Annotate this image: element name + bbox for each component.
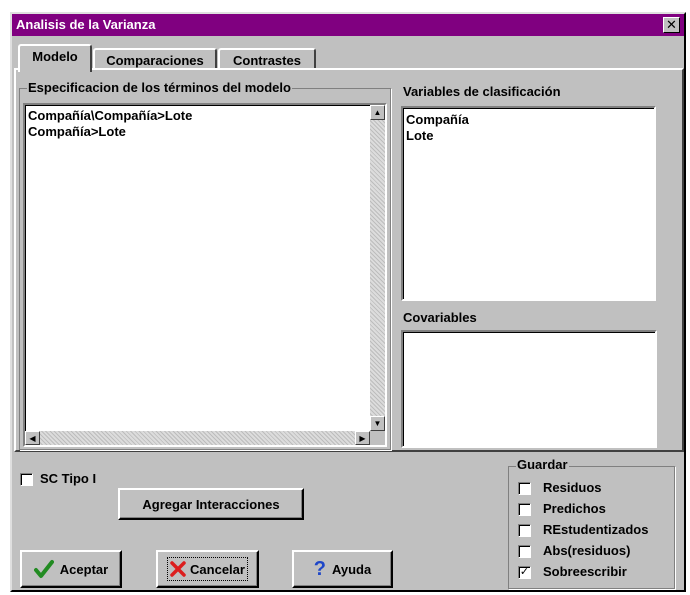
close-icon: ✕	[666, 17, 677, 32]
classification-label: Variables de clasificación	[403, 84, 561, 99]
button-label: Aceptar	[59, 561, 109, 577]
list-item[interactable]: Lote	[406, 128, 433, 144]
classification-list[interactable]: Compañía Lote	[401, 106, 656, 301]
scroll-right-button[interactable]: ▶	[355, 431, 370, 445]
checkmark-icon: ✓	[519, 566, 530, 578]
close-button[interactable]: ✕	[663, 17, 680, 33]
residuos-label: Residuos	[543, 480, 602, 495]
cancel-button[interactable]: Cancelar	[156, 550, 259, 588]
tab-label: Comparaciones	[106, 53, 204, 68]
covariables-label: Covariables	[403, 310, 477, 325]
guardar-legend: Guardar	[516, 457, 569, 472]
button-label: Cancelar	[190, 561, 245, 577]
restudentizados-label: REstudentizados	[543, 522, 649, 537]
cancel-focus: Cancelar	[167, 557, 248, 581]
title-bar: Analisis de la Varianza	[12, 14, 684, 36]
predichos-label: Predichos	[543, 501, 606, 516]
scroll-down-button[interactable]: ▼	[370, 416, 385, 431]
tab-modelo[interactable]: Modelo	[18, 44, 92, 72]
button-label: Ayuda	[331, 561, 372, 577]
sobreescribir-label: Sobreescribir	[543, 564, 627, 579]
covariables-list[interactable]	[401, 330, 657, 448]
add-interactions-button[interactable]: Agregar Interacciones	[118, 488, 304, 520]
scroll-left-button[interactable]: ◀	[25, 431, 40, 445]
dialog-title: Analisis de la Varianza	[16, 17, 156, 32]
restudentizados-checkbox[interactable]	[518, 524, 531, 537]
list-item[interactable]: Compañía>Lote	[28, 124, 126, 140]
accept-button[interactable]: Aceptar	[20, 550, 122, 588]
residuos-checkbox[interactable]	[518, 482, 531, 495]
button-label: Agregar Interacciones	[142, 496, 280, 512]
list-item[interactable]: Compañía	[406, 112, 469, 128]
scroll-corner	[370, 431, 385, 445]
model-terms-list[interactable]: Compañía\Compañía>Lote Compañía>Lote ▲ ▼…	[23, 103, 387, 447]
sobreescribir-checkbox[interactable]: ✓	[518, 566, 531, 579]
vertical-scrollbar[interactable]: ▲ ▼	[370, 105, 385, 431]
abs-residuos-checkbox[interactable]	[518, 545, 531, 558]
sc-tipo-checkbox[interactable]	[20, 473, 33, 486]
horizontal-scrollbar[interactable]: ◀ ▶	[25, 431, 370, 445]
abs-residuos-label: Abs(residuos)	[543, 543, 631, 558]
predichos-checkbox[interactable]	[518, 503, 531, 516]
scroll-up-button[interactable]: ▲	[370, 105, 385, 120]
question-icon: ?	[313, 558, 326, 580]
tab-label: Contrastes	[233, 53, 301, 68]
list-item[interactable]: Compañía\Compañía>Lote	[28, 108, 192, 124]
help-button[interactable]: ? Ayuda	[292, 550, 393, 588]
checkmark-icon	[33, 560, 54, 578]
tab-label: Modelo	[32, 49, 78, 64]
sc-tipo-label: SC Tipo I	[40, 471, 97, 486]
model-terms-legend: Especificacion de los términos del model…	[27, 80, 292, 95]
x-icon	[170, 561, 186, 577]
